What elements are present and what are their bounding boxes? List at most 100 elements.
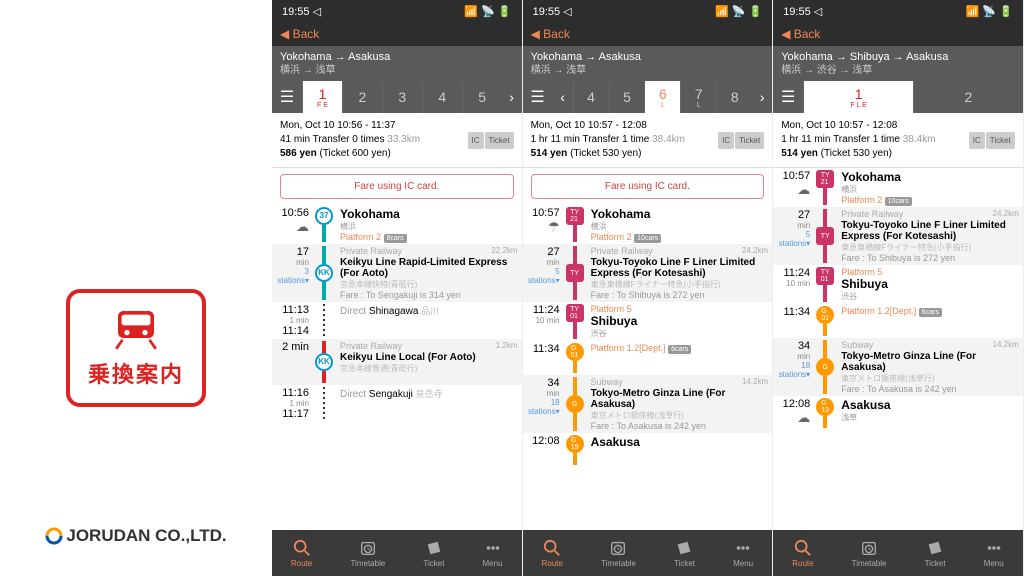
bottom-nav: Route Timetable Ticket Menu (773, 530, 1023, 576)
line-badge: G01 (566, 343, 584, 361)
route-tab-4[interactable]: 4 (422, 81, 462, 113)
nav-menu[interactable]: Menu (483, 539, 503, 568)
nav-route[interactable]: Route (542, 539, 563, 568)
station-row[interactable]: 11:34 G01 Platform 1.2[Dept.] 6cars (773, 304, 1023, 338)
weather-icon: ☁ (777, 410, 810, 426)
route-tab-4[interactable]: 4 (573, 81, 609, 113)
nav-menu[interactable]: Menu (733, 539, 753, 568)
route-tab-2[interactable]: 2 (913, 81, 1023, 113)
list-view-icon[interactable]: ☰ (272, 81, 302, 113)
line-badge: TY (566, 264, 584, 282)
list-view-icon[interactable]: ☰ (523, 81, 553, 113)
route-tab-5[interactable]: 5 (609, 81, 645, 113)
tabs-prev[interactable]: ‹ (553, 81, 573, 113)
status-bar: 19:55 ◁📶 📡 🔋 (523, 0, 773, 22)
route-header: Yokohama → Shibuya → Asakusa横浜 → 渋谷 → 浅草 (773, 46, 1023, 81)
company-logo-icon (45, 527, 63, 545)
timeline[interactable]: 10:57☁ TY21 Yokohama横浜Platform 2 10cars … (773, 168, 1023, 530)
bottom-nav: Route Timetable Ticket Menu (523, 530, 773, 576)
segment-row[interactable]: 34min18 stations▾ G Subway14.2kmTokyo-Me… (773, 338, 1023, 396)
app-name-jp: 乗換案内 (88, 357, 184, 389)
phone-screen-2: 19:55 ◁📶 📡 🔋 ◀ Back Yokohama → Shibuya →… (773, 0, 1024, 576)
direct-row: 11:131 min11:14 Direct Shinagawa 品川 (272, 302, 522, 339)
nav-bar: ◀ Back (272, 22, 522, 46)
back-button[interactable]: ◀ Back (280, 27, 319, 41)
route-summary: Mon, Oct 10 10:56 - 11:3741 min Transfer… (272, 113, 522, 168)
brand-panel: 乗換案内 JORUDAN CO.,LTD. (0, 0, 272, 576)
list-view-icon[interactable]: ☰ (773, 81, 803, 113)
fare-notice: Fare using IC card. (280, 174, 514, 199)
ticket-toggle[interactable]: Ticket (735, 132, 764, 149)
segment-row[interactable]: 17min3 stations▾ KK Private Railway22.2k… (272, 244, 522, 302)
stations-expand[interactable]: 3 stations▾ (276, 267, 309, 285)
line-badge: G19 (816, 398, 834, 416)
segment-row[interactable]: 27min5 stations▾ TY Private Railway24.2k… (773, 207, 1023, 265)
stations-expand[interactable]: 5 stations▾ (777, 230, 810, 248)
fare-notice: Fare using IC card. (531, 174, 765, 199)
line-badge: KK (315, 353, 333, 371)
nav-timetable[interactable]: Timetable (601, 539, 636, 568)
stations-expand[interactable]: 18 stations▾ (777, 361, 810, 379)
weather-icon: ☂ (527, 219, 560, 235)
route-tab-6[interactable]: 6L (644, 81, 680, 113)
station-row[interactable]: 11:34 G01 Platform 1.2[Dept.] 6cars (523, 341, 773, 375)
route-tab-1[interactable]: 1F E (302, 81, 342, 113)
route-header: Yokohama → Asakusa横浜 → 浅草 (272, 46, 522, 81)
stations-expand[interactable]: 5 stations▾ (527, 267, 560, 285)
nav-route[interactable]: Route (291, 539, 312, 568)
ic-toggle[interactable]: IC (468, 132, 484, 149)
line-badge: TY21 (816, 170, 834, 188)
weather-icon: ☁ (276, 219, 309, 235)
line-badge: G (566, 395, 584, 413)
timeline[interactable]: 10:56☁ 37 Yokohama横浜Platform 2 8cars 17m… (272, 205, 522, 530)
route-tab-7[interactable]: 7L (680, 81, 716, 113)
nav-ticket[interactable]: Ticket (423, 539, 444, 568)
station-row[interactable]: 10:57☁ TY21 Yokohama横浜Platform 2 10cars (773, 168, 1023, 207)
route-tab-3[interactable]: 3 (382, 81, 422, 113)
ic-toggle[interactable]: IC (718, 132, 734, 149)
weather-icon: ☁ (777, 182, 810, 198)
route-summary: Mon, Oct 10 10:57 - 12:081 hr 11 min Tra… (773, 113, 1023, 168)
nav-ticket[interactable]: Ticket (925, 539, 946, 568)
route-tab-1[interactable]: 1F L E (803, 81, 913, 113)
nav-timetable[interactable]: Timetable (852, 539, 887, 568)
line-badge: TY01 (566, 304, 584, 322)
nav-route[interactable]: Route (792, 539, 813, 568)
route-tabs: ☰1F E2345› (272, 81, 522, 113)
line-badge: TY21 (566, 207, 584, 225)
station-row[interactable]: 10:56☁ 37 Yokohama横浜Platform 2 8cars (272, 205, 522, 244)
route-header: Yokohama → Asakusa横浜 → 浅草 (523, 46, 773, 81)
ticket-toggle[interactable]: Ticket (485, 132, 514, 149)
nav-ticket[interactable]: Ticket (674, 539, 695, 568)
station-row[interactable]: 11:2410 min TY01 Platform 5Shibuya渋谷 (523, 302, 773, 341)
line-badge: 37 (315, 207, 333, 225)
bottom-nav: Route Timetable Ticket Menu (272, 530, 522, 576)
segment-row[interactable]: 34min18 stations▾ G Subway14.2kmTokyo-Me… (523, 375, 773, 433)
station-row[interactable]: 12:08☁ G19 Asakusa浅草 (773, 396, 1023, 430)
segment-row[interactable]: 2 min KK Private Railway1.2kmKeikyu Line… (272, 339, 522, 385)
station-row[interactable]: 10:57☂ TY21 Yokohama横浜Platform 2 10cars (523, 205, 773, 244)
nav-timetable[interactable]: Timetable (350, 539, 385, 568)
company-name: JORUDAN CO.,LTD. (45, 526, 226, 546)
back-button[interactable]: ◀ Back (531, 27, 570, 41)
phone-screen-0: 19:55 ◁📶 📡 🔋 ◀ Back Yokohama → Asakusa横浜… (272, 0, 523, 576)
nav-menu[interactable]: Menu (984, 539, 1004, 568)
route-tab-5[interactable]: 5 (462, 81, 502, 113)
line-badge: G19 (566, 435, 584, 453)
ticket-toggle[interactable]: Ticket (986, 132, 1015, 149)
timeline[interactable]: 10:57☂ TY21 Yokohama横浜Platform 2 10cars … (523, 205, 773, 530)
status-icons: 📶 📡 🔋 (464, 5, 511, 18)
route-tab-2[interactable]: 2 (342, 81, 382, 113)
status-icons: 📶 📡 🔋 (966, 5, 1013, 18)
route-tab-8[interactable]: 8 (716, 81, 752, 113)
back-button[interactable]: ◀ Back (781, 27, 820, 41)
tabs-next[interactable]: › (502, 81, 522, 113)
stations-expand[interactable]: 18 stations▾ (527, 398, 560, 416)
nav-bar: ◀ Back (523, 22, 773, 46)
tabs-next[interactable]: › (752, 81, 772, 113)
ic-toggle[interactable]: IC (969, 132, 985, 149)
segment-row[interactable]: 27min5 stations▾ TY Private Railway24.2k… (523, 244, 773, 302)
route-tabs: ☰‹456L7L8› (523, 81, 773, 113)
station-row[interactable]: 12:08 G19 Asakusa (523, 433, 773, 467)
station-row[interactable]: 11:2410 min TY01 Platform 5Shibuya渋谷 (773, 265, 1023, 304)
